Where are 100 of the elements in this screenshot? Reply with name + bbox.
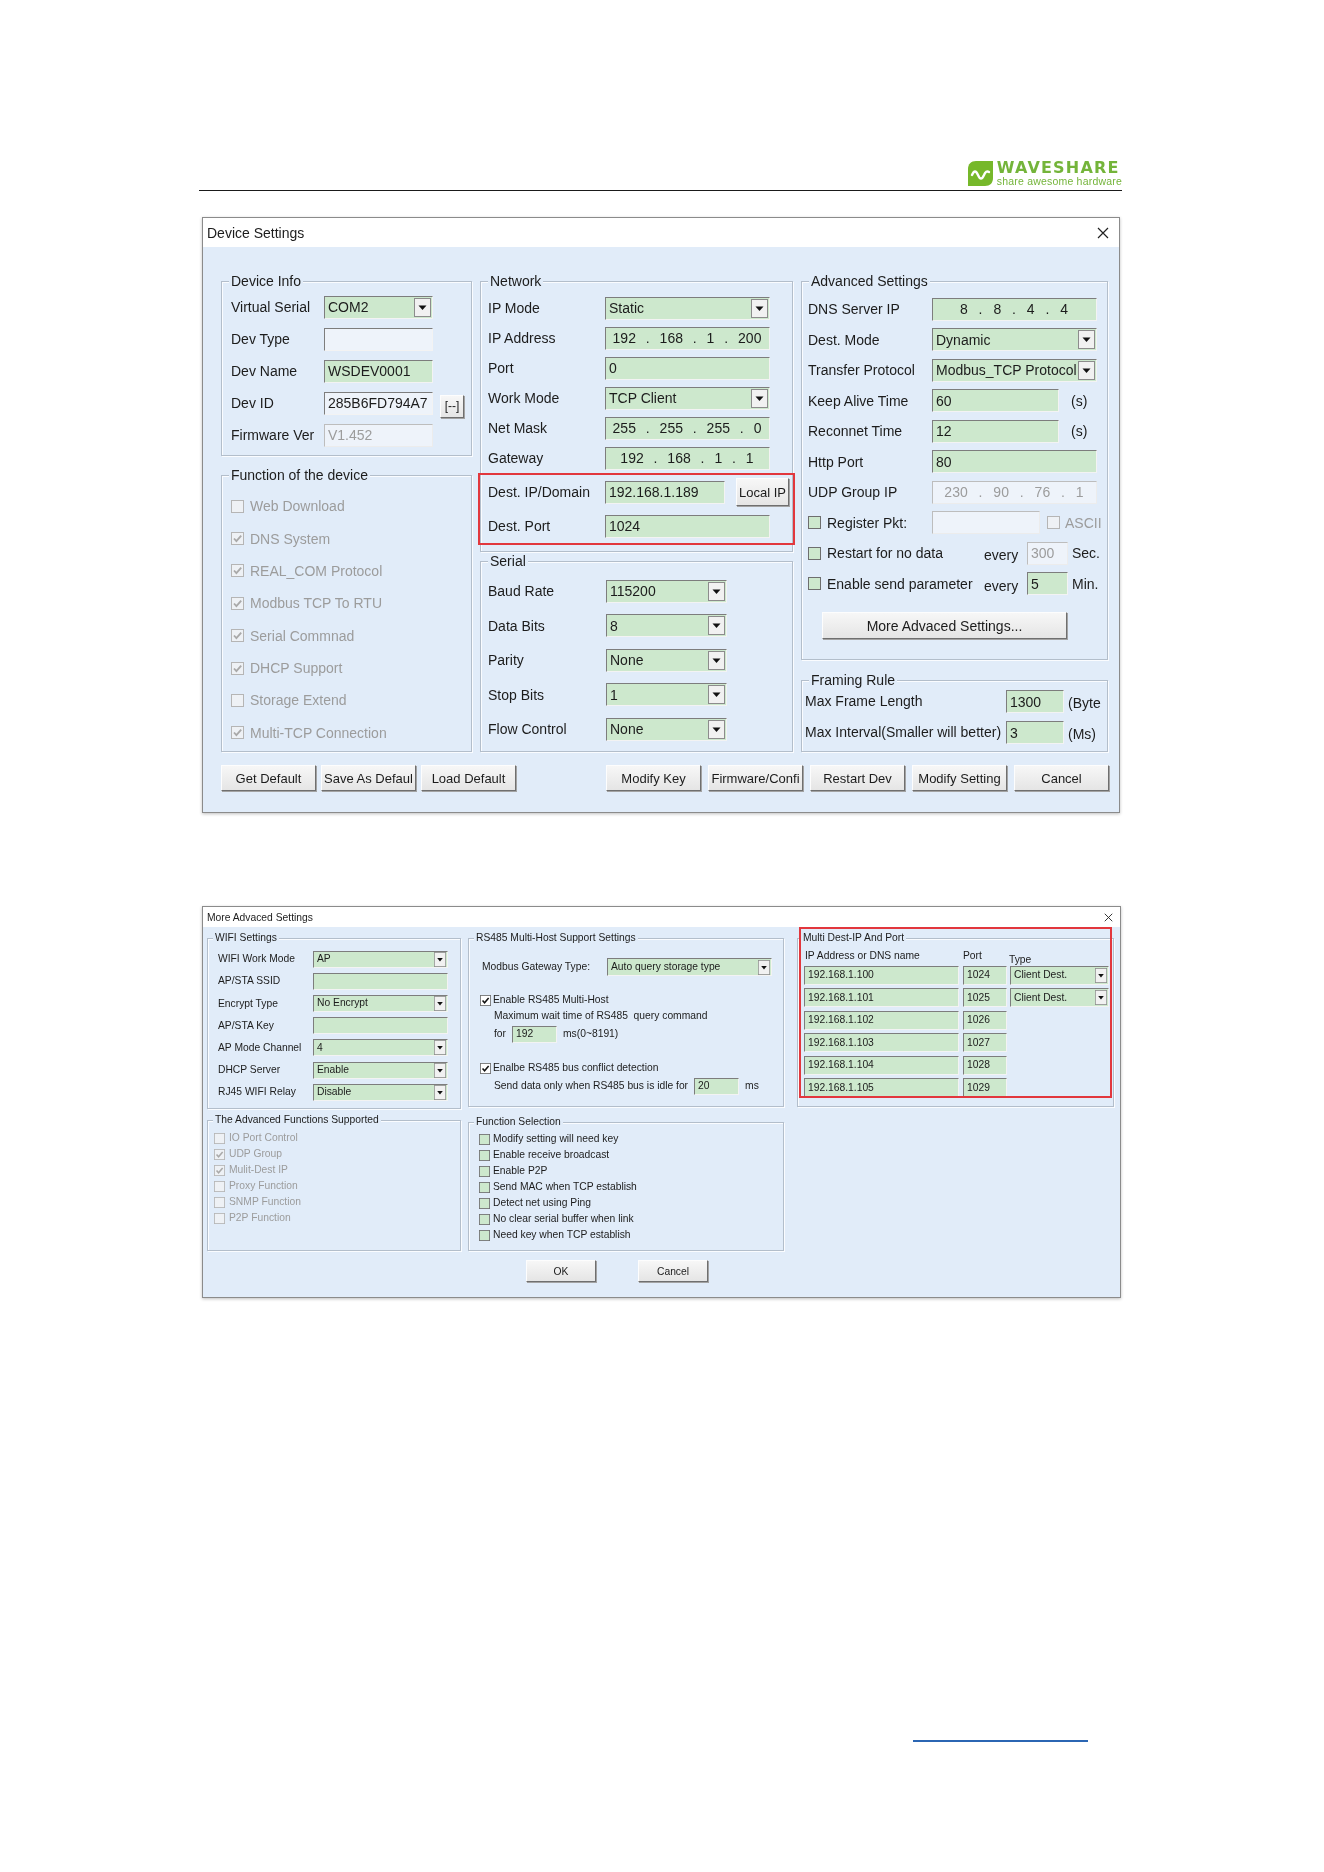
dropdown-field[interactable]: Modbus_TCP Protocol xyxy=(932,358,1097,382)
dropdown-field[interactable]: TCP Client xyxy=(605,386,770,410)
close-icon[interactable] xyxy=(1097,226,1109,239)
checkbox[interactable] xyxy=(479,1149,490,1161)
checkbox-label: Enable receive broadcast xyxy=(493,1149,610,1161)
dialog-button[interactable]: Load Default xyxy=(421,765,516,791)
field-label: Send data only when RS485 bus is idle for xyxy=(494,1080,689,1092)
text-field[interactable]: 80 xyxy=(932,450,1097,474)
dropdown-arrow-icon[interactable] xyxy=(1095,967,1107,983)
text-field[interactable]: WSDEV0001 xyxy=(324,359,433,383)
text-field[interactable]: 285B6FD794A7 xyxy=(324,391,433,415)
checkbox[interactable] xyxy=(479,1133,490,1145)
checkbox[interactable] xyxy=(480,994,491,1006)
field-label: Data Bits xyxy=(488,617,546,634)
dropdown-field[interactable]: 1 xyxy=(606,683,727,707)
text-field[interactable]: 5 xyxy=(1027,572,1068,596)
checkbox-label: No clear serial buffer when link xyxy=(493,1213,634,1225)
dropdown-field[interactable]: Client Dest. xyxy=(1010,965,1109,985)
text-field[interactable]: 3 xyxy=(1006,721,1064,744)
field-label: Work Mode xyxy=(488,389,561,407)
dropdown-arrow-icon[interactable] xyxy=(434,1062,446,1078)
dropdown-field[interactable]: Dynamic xyxy=(932,328,1097,352)
group-title: The Advanced Functions Supported xyxy=(213,1114,381,1126)
checkbox[interactable] xyxy=(480,1062,491,1074)
port-field[interactable]: 1024 xyxy=(963,965,1007,985)
checkbox[interactable] xyxy=(479,1229,490,1241)
dropdown-field[interactable]: None xyxy=(606,717,727,741)
local-ip-button[interactable]: Local IP xyxy=(736,478,789,506)
ip-address-field[interactable]: 192.168.1.102 xyxy=(804,1010,959,1030)
dialog-button[interactable]: Get Default xyxy=(221,765,316,791)
dropdown-field[interactable]: Auto query storage type xyxy=(607,958,772,976)
ip-address-field[interactable]: 8 . 8 . 4 . 4 xyxy=(932,297,1097,321)
text-field[interactable]: 20 xyxy=(694,1077,740,1095)
text-field[interactable]: 1300 xyxy=(1006,690,1064,713)
ip-address-field[interactable]: 192 . 168 . 1 . 200 xyxy=(605,326,770,350)
dropdown-arrow-icon[interactable] xyxy=(1095,990,1107,1006)
port-field[interactable]: 1026 xyxy=(963,1010,1007,1030)
checkbox[interactable] xyxy=(479,1197,490,1209)
unit-label: (Ms) xyxy=(1068,726,1096,743)
text-field[interactable]: 1024 xyxy=(605,514,770,538)
ip-address-field[interactable]: 192.168.1.104 xyxy=(804,1055,959,1075)
dropdown-field[interactable]: No Encrypt xyxy=(313,994,448,1012)
text-field[interactable]: 0 xyxy=(605,356,770,380)
dropdown-field[interactable]: 8 xyxy=(606,614,727,638)
text-field[interactable] xyxy=(313,972,448,990)
text-field[interactable] xyxy=(324,327,433,351)
ip-address-field[interactable]: 192.168.1.101 xyxy=(804,988,959,1008)
checkbox-label: Web Download xyxy=(250,498,345,515)
dropdown-field[interactable]: COM2 xyxy=(324,295,433,319)
field-label: for xyxy=(494,1028,507,1040)
dialog-button[interactable]: Modify Setting xyxy=(912,765,1007,791)
dropdown-field[interactable]: 4 xyxy=(313,1039,448,1057)
dropdown-arrow-icon[interactable] xyxy=(434,995,446,1011)
close-icon[interactable] xyxy=(1104,912,1113,922)
dialog-button[interactable]: Save As Defaul xyxy=(321,765,416,791)
field-label: Reconnet Time xyxy=(808,423,904,440)
field-label: Flow Control xyxy=(488,721,568,738)
dropdown-field[interactable]: Disable xyxy=(313,1083,448,1101)
dialog-button[interactable]: Cancel xyxy=(1014,765,1109,791)
ip-address-field[interactable]: 192 . 168 . 1 . 1 xyxy=(605,446,770,470)
checkbox-label: DHCP Support xyxy=(250,660,343,677)
text-field[interactable]: 60 xyxy=(932,389,1059,413)
dropdown-field[interactable]: None xyxy=(606,648,727,672)
checkbox[interactable] xyxy=(479,1213,490,1225)
field-label: Virtual Serial xyxy=(231,298,312,316)
dialog-button[interactable]: Modify Key xyxy=(606,765,701,791)
port-field[interactable]: 1027 xyxy=(963,1033,1007,1053)
text-field[interactable]: 12 xyxy=(932,419,1059,443)
dropdown-field[interactable]: Enable xyxy=(313,1061,448,1079)
port-field[interactable]: 1025 xyxy=(963,988,1007,1008)
port-field[interactable]: 1028 xyxy=(963,1055,1007,1075)
dropdown-field[interactable]: Client Dest. xyxy=(1010,988,1109,1008)
checkbox[interactable] xyxy=(479,1165,490,1177)
more-settings-button[interactable]: More Advaced Settings... xyxy=(822,612,1067,639)
column-header: Type xyxy=(1009,953,1032,965)
dialog-button[interactable]: Firmware/Confi xyxy=(708,765,803,791)
dialog-button[interactable]: Cancel xyxy=(638,1260,708,1282)
logo-tagline: share awesome hardware xyxy=(996,176,1122,187)
checkbox[interactable] xyxy=(479,1181,490,1193)
unit-label: Sec. xyxy=(1072,545,1100,562)
checkbox-label: Enalbe RS485 bus conflict detection xyxy=(493,1062,659,1074)
text-field[interactable]: 192 xyxy=(512,1025,558,1043)
text-field[interactable] xyxy=(313,1017,448,1035)
dropdown-field[interactable]: AP xyxy=(313,950,448,968)
dev-id-button[interactable]: [--] xyxy=(440,394,464,418)
dropdown-field[interactable]: 115200 xyxy=(606,579,727,603)
unit-label: ms xyxy=(745,1080,759,1092)
dropdown-arrow-icon[interactable] xyxy=(434,951,446,967)
ip-address-field[interactable]: 192.168.1.100 xyxy=(804,965,959,985)
dropdown-arrow-icon[interactable] xyxy=(434,1040,446,1056)
dialog-button[interactable]: Restart Dev xyxy=(810,765,905,791)
dropdown-arrow-icon[interactable] xyxy=(434,1084,446,1100)
dropdown-arrow-icon[interactable] xyxy=(758,959,770,975)
checkbox[interactable] xyxy=(808,577,821,591)
note-text: Maximum wait time of RS485 query command xyxy=(494,1010,708,1022)
dialog-button[interactable]: OK xyxy=(526,1260,596,1282)
ip-address-field[interactable]: 255 . 255 . 255 . 0 xyxy=(605,416,770,440)
text-field[interactable]: 192.168.1.189 xyxy=(605,480,725,504)
dropdown-field[interactable]: Static xyxy=(605,296,770,320)
ip-address-field[interactable]: 192.168.1.103 xyxy=(804,1033,959,1053)
